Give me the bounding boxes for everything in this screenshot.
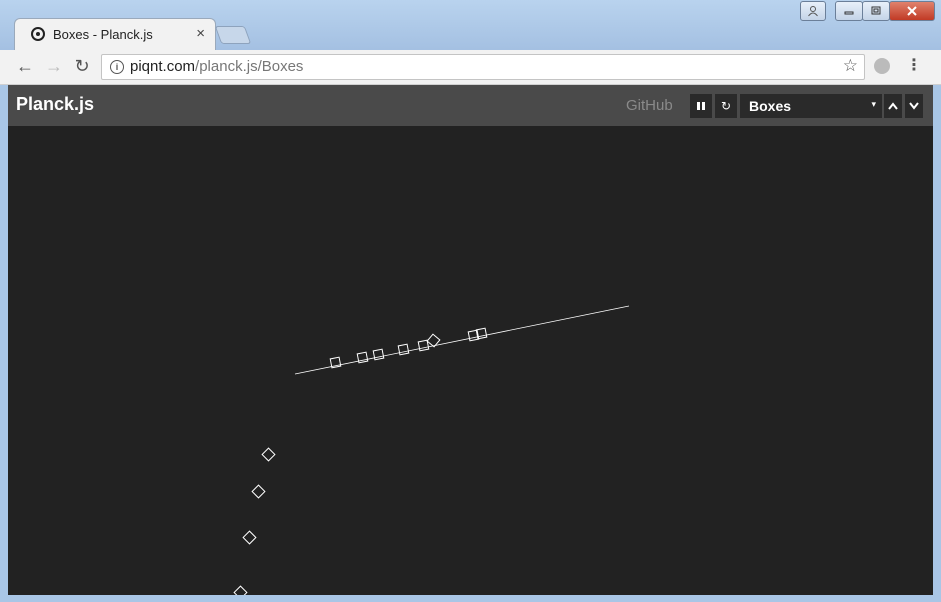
- box: [261, 447, 276, 462]
- user-icon[interactable]: [800, 1, 826, 21]
- chevron-up-icon: [888, 102, 898, 110]
- refresh-icon: ↻: [720, 99, 732, 113]
- bookmark-star-icon[interactable]: ☆: [843, 56, 858, 76]
- box: [417, 339, 430, 352]
- pause-button[interactable]: [690, 94, 712, 118]
- previous-example-button[interactable]: [884, 94, 902, 118]
- simulation-canvas[interactable]: [8, 126, 933, 595]
- pause-icon: [697, 102, 705, 110]
- box: [397, 343, 410, 356]
- menu-icon[interactable]: ⋮: [905, 56, 923, 76]
- url-text[interactable]: piqnt.com/planck.js/Boxes: [130, 58, 303, 75]
- planck-logo-icon: [31, 27, 45, 41]
- page-content: Planck.js GitHub ↻ Boxes ▾: [8, 85, 933, 595]
- ground-segment: [294, 305, 630, 375]
- browser-tab[interactable]: Boxes - Planck.js ×: [14, 18, 216, 51]
- box: [233, 585, 248, 595]
- chevron-down-icon: [909, 102, 919, 110]
- box: [242, 530, 257, 545]
- info-icon[interactable]: i: [110, 60, 124, 74]
- next-example-button[interactable]: [905, 94, 923, 118]
- chevron-down-icon: ▾: [871, 99, 876, 109]
- extension-icon[interactable]: [874, 58, 890, 74]
- page-header: Planck.js GitHub ↻ Boxes ▾: [8, 85, 933, 126]
- new-tab-button[interactable]: [214, 26, 252, 44]
- back-arrow-icon[interactable]: ←: [14, 55, 36, 77]
- forward-arrow-icon[interactable]: →: [43, 55, 65, 77]
- box: [329, 356, 342, 369]
- url-host: piqnt.com: [130, 58, 196, 75]
- browser-toolbar: ← → ↻ i piqnt.com/planck.js/Boxes ☆ ⋮: [0, 50, 941, 85]
- restore-button[interactable]: [862, 1, 890, 21]
- minimize-button[interactable]: [835, 1, 863, 21]
- brand-title[interactable]: Planck.js: [16, 94, 94, 115]
- box: [372, 348, 385, 361]
- address-bar[interactable]: i piqnt.com/planck.js/Boxes ☆: [101, 54, 865, 80]
- restart-button[interactable]: ↻: [715, 94, 737, 118]
- example-select-value: Boxes: [749, 98, 792, 114]
- tab-title: Boxes - Planck.js: [53, 27, 153, 42]
- reload-icon[interactable]: ↻: [71, 55, 93, 77]
- github-link[interactable]: GitHub: [626, 97, 673, 114]
- window-titlebar: Boxes - Planck.js ×: [0, 0, 941, 51]
- url-path: /planck.js/Boxes: [195, 58, 304, 75]
- example-select[interactable]: Boxes ▾: [740, 94, 882, 118]
- box: [251, 484, 266, 499]
- box: [356, 351, 369, 364]
- close-tab-icon[interactable]: ×: [196, 25, 205, 42]
- close-window-button[interactable]: [889, 1, 935, 21]
